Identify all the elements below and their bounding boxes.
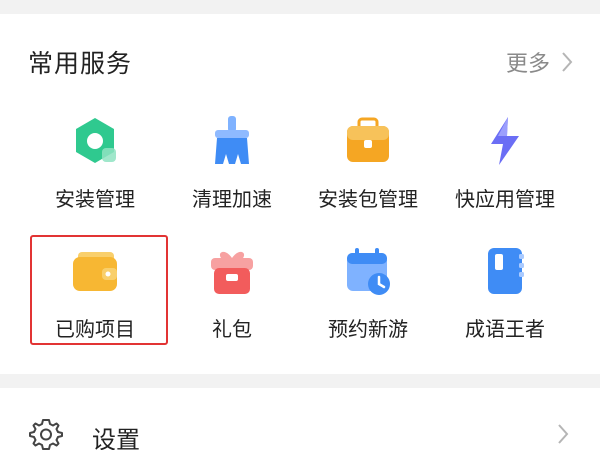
package-box-icon (347, 117, 389, 162)
notebook-icon (488, 248, 524, 294)
service-install-manager[interactable]: 安装管理 (20, 108, 170, 236)
card-header: 常用服务 更多 (0, 14, 600, 108)
common-services-card: 常用服务 更多 安装管理 清理加速 安装包管理 快应用管理 已购项目 礼包 预约… (0, 14, 600, 374)
service-clean-accelerate[interactable]: 清理加速 (157, 108, 307, 236)
service-reserve-new-games[interactable]: 预约新游 (293, 238, 443, 366)
wallet-icon (73, 252, 117, 291)
service-quick-app-manager[interactable]: 快应用管理 (430, 108, 580, 236)
service-label: 成语王者 (465, 317, 545, 341)
install-manager-icon (76, 118, 116, 163)
calendar-clock-icon (347, 248, 390, 295)
gift-icon (211, 251, 253, 294)
service-idiom-king[interactable]: 成语王者 (430, 238, 580, 366)
lightning-icon (491, 117, 519, 165)
settings-label: 设置 (92, 426, 140, 450)
gear-icon (29, 419, 63, 450)
service-label: 清理加速 (192, 187, 272, 211)
chevron-right-icon (562, 52, 573, 72)
service-label: 预约新游 (328, 317, 408, 341)
section-title: 常用服务 (28, 49, 133, 78)
service-gift-pack[interactable]: 礼包 (157, 238, 307, 366)
chevron-right-icon (558, 424, 569, 444)
more-label: 更多 (505, 52, 550, 77)
broom-clean-icon (215, 116, 249, 164)
service-label: 安装管理 (55, 187, 135, 211)
service-label: 已购项目 (55, 317, 135, 341)
service-label: 快应用管理 (455, 187, 555, 211)
service-label: 礼包 (212, 317, 252, 341)
service-label: 安装包管理 (318, 187, 418, 211)
settings-row[interactable]: 设置 (0, 388, 600, 450)
more-link[interactable]: 更多 (506, 46, 574, 78)
service-purchased-items[interactable]: 已购项目 (20, 238, 170, 366)
service-package-manager[interactable]: 安装包管理 (293, 108, 443, 236)
